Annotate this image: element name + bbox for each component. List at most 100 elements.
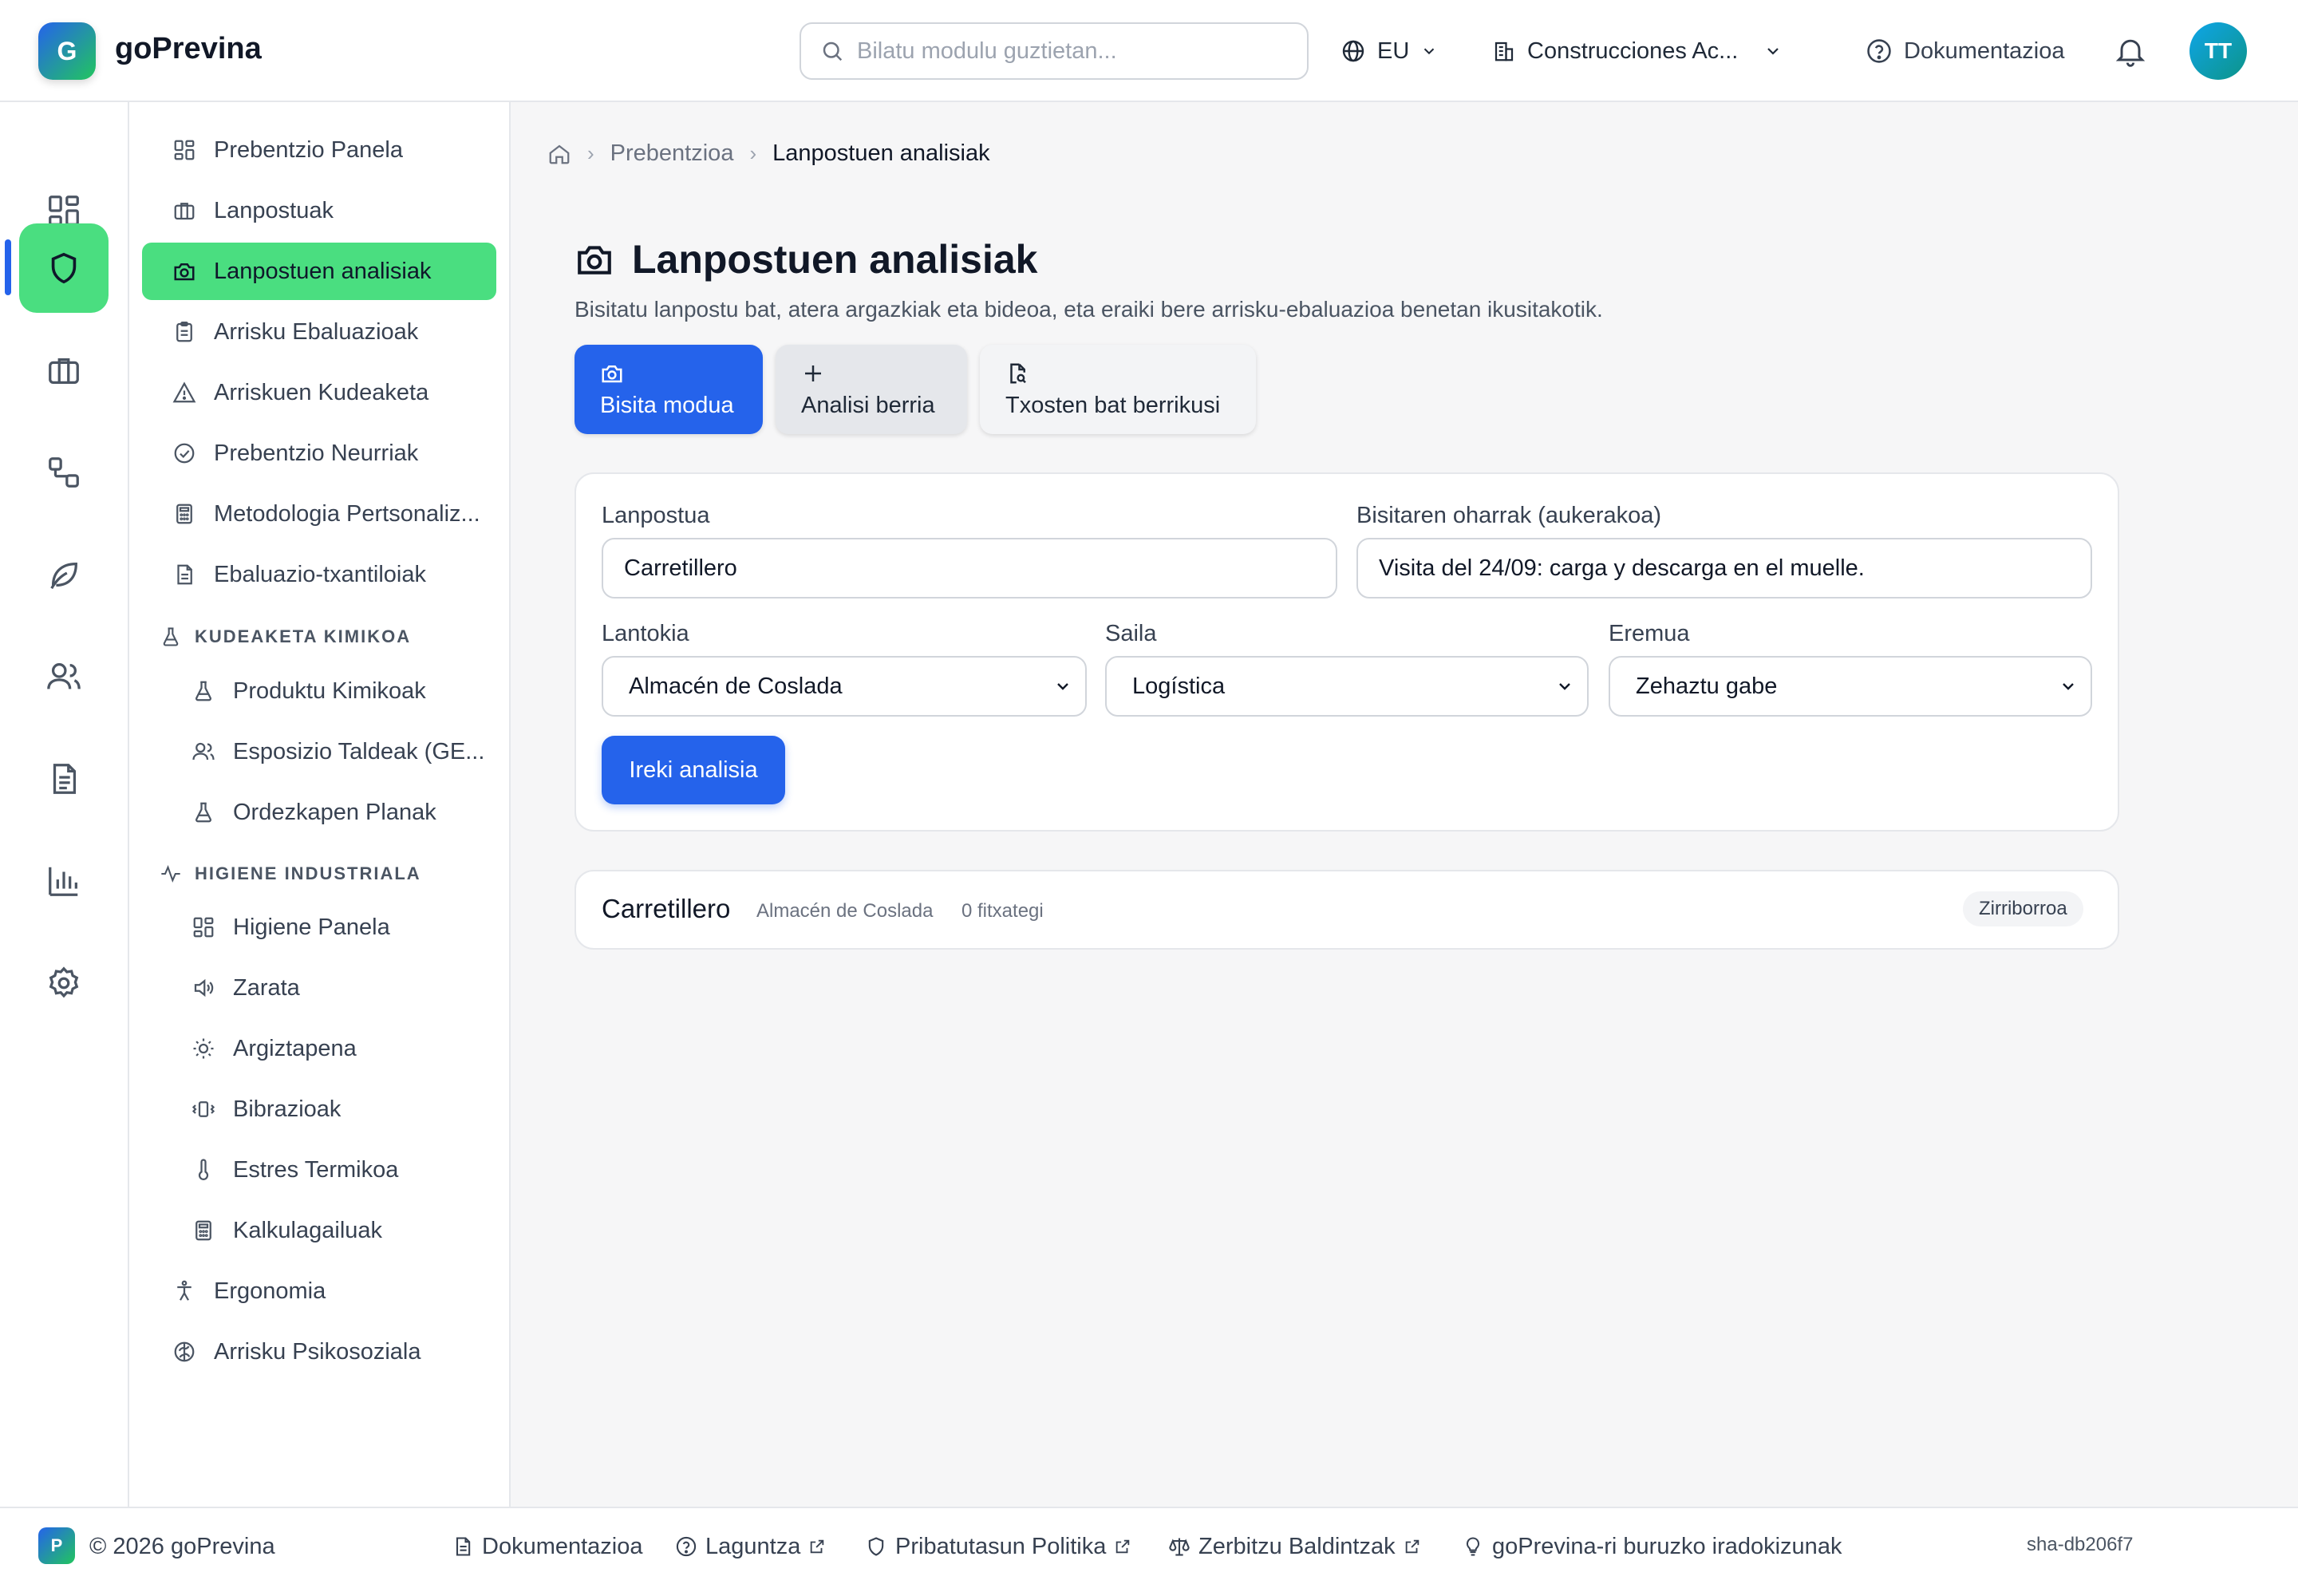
footer-logo: P [38, 1527, 75, 1564]
sidebar-item-job-analyses[interactable]: Lanpostuen analisiak [142, 243, 496, 300]
breadcrumb-parent[interactable]: Prebentzioa [610, 140, 734, 167]
footer-suggestions-link[interactable]: goPrevina-ri buruzko iradokizunak [1462, 1531, 1842, 1562]
flask-icon [192, 679, 215, 703]
analysis-job-title[interactable]: Carretillero [602, 894, 730, 924]
thermometer-icon [192, 1158, 215, 1182]
page-title-text: Lanpostuen analisiak [632, 237, 1038, 282]
sidebar-item-label: Arriskuen Kudeaketa [214, 379, 429, 405]
sidebar-item-evaluation-templates[interactable]: Ebaluazio-txantiloiak [142, 546, 496, 603]
documentation-link[interactable]: Dokumentazioa [1866, 29, 2065, 73]
footer-help-link[interactable]: Laguntza [675, 1531, 826, 1562]
sidebar-item-label: Ergonomia [214, 1278, 326, 1304]
section-chemical-management[interactable]: KUDEAKETA KIMIKOA [160, 626, 411, 648]
tab-visit-mode[interactable]: Bisita modua [574, 345, 763, 434]
users-icon [45, 658, 82, 695]
sidebar-item-risk-management[interactable]: Arriskuen Kudeaketa [142, 364, 496, 421]
app-name[interactable]: goPrevina [115, 32, 262, 66]
sidebar-item-exposure-groups[interactable]: Esposizio Taldeak (GE... [142, 723, 496, 780]
sidebar-item-label: Arrisku Psikosoziala [214, 1338, 421, 1365]
camera-icon [600, 359, 737, 388]
sidebar-item-jobs[interactable]: Lanpostuak [142, 182, 496, 239]
footer: P © 2026 goPrevina Dokumentazioa Laguntz… [0, 1507, 2298, 1596]
sidebar-item-lighting[interactable]: Argiztapena [142, 1020, 496, 1077]
vibration-icon [192, 1097, 215, 1121]
sidebar-item-label: Ordezkapen Planak [233, 799, 436, 825]
rail-reports[interactable] [19, 836, 109, 926]
breadcrumb-current: Lanpostuen analisiak [772, 140, 990, 166]
sidebar-item-label: Bibrazioak [233, 1096, 342, 1122]
calculator-icon [172, 502, 196, 526]
sidebar-item-vibrations[interactable]: Bibrazioak [142, 1080, 496, 1138]
person-icon [172, 1279, 196, 1303]
section-industrial-hygiene[interactable]: HIGIENE INDUSTRIALA [160, 863, 421, 885]
sidebar-item-psychosocial-risk[interactable]: Arrisku Psikosoziala [142, 1323, 496, 1381]
rail-prevention[interactable] [19, 223, 109, 313]
flask-icon [160, 626, 182, 648]
chevron-down-icon [2059, 677, 2078, 696]
saila-select[interactable]: Logística [1105, 656, 1589, 717]
tab-label: Bisita modua [600, 393, 734, 418]
analysis-file-count: 0 fitxategi [961, 900, 1044, 922]
file-search-icon [1005, 359, 1230, 388]
sidebar-item-label: Produktu Kimikoak [233, 678, 426, 704]
open-analysis-button[interactable]: Ireki analisia [602, 736, 785, 804]
sidebar-item-calculators[interactable]: Kalkulagailuak [142, 1202, 496, 1259]
rail-environment[interactable] [19, 530, 109, 619]
rail-people[interactable] [19, 632, 109, 721]
camera-icon [574, 239, 614, 279]
company-selector[interactable]: Construcciones Ac... [1492, 29, 1783, 73]
footer-suggestions-label: goPrevina-ri buruzko iradokizunak [1492, 1533, 1842, 1559]
footer-documentation-link[interactable]: Dokumentazioa [452, 1531, 643, 1562]
footer-terms-link[interactable]: Zerbitzu Baldintzak [1168, 1531, 1421, 1562]
language-selector[interactable]: EU [1340, 29, 1438, 73]
clipboard-icon [172, 320, 196, 344]
plus-icon [801, 359, 942, 388]
shield-icon [865, 1535, 887, 1558]
sidebar-item-noise[interactable]: Zarata [142, 959, 496, 1017]
sidebar-item-custom-methodology[interactable]: Metodologia Pertsonaliz... [142, 485, 496, 543]
dashboard-icon [192, 915, 215, 939]
icon-rail [0, 102, 129, 1507]
sidebar-item-label: Metodologia Pertsonaliz... [214, 500, 480, 527]
search-input[interactable] [857, 38, 1288, 65]
tab-review-report[interactable]: Txosten bat berrikusi [980, 345, 1256, 434]
sidebar-item-substitution-plans[interactable]: Ordezkapen Planak [142, 784, 496, 841]
global-search[interactable] [800, 22, 1309, 80]
sidebar-item-thermal-stress[interactable]: Estres Termikoa [142, 1141, 496, 1199]
chevron-down-icon [1420, 42, 1438, 60]
lantokia-select[interactable]: Almacén de Coslada [602, 656, 1087, 717]
lantokia-value: Almacén de Coslada [629, 673, 843, 699]
user-avatar[interactable]: TT [2189, 22, 2247, 80]
external-link-icon [1114, 1538, 1131, 1555]
rail-settings[interactable] [19, 938, 109, 1028]
top-bar: G goPrevina EU Construcciones Ac... Doku… [0, 0, 2298, 102]
sidebar-item-risk-evaluations[interactable]: Arrisku Ebaluazioak [142, 303, 496, 361]
eremua-select[interactable]: Zehaztu gabe [1609, 656, 2092, 717]
app-logo[interactable]: G [38, 22, 96, 80]
rail-documents[interactable] [19, 734, 109, 824]
sidebar-item-label: Higiene Panela [233, 914, 390, 940]
sidebar-item-hygiene-panel[interactable]: Higiene Panela [142, 899, 496, 956]
sidebar-item-label: Lanpostuak [214, 197, 334, 223]
leaf-icon [45, 556, 82, 593]
rail-workflow[interactable] [19, 428, 109, 517]
sidebar-item-chemical-products[interactable]: Produktu Kimikoak [142, 662, 496, 720]
lanpostua-field[interactable] [602, 538, 1337, 598]
sidebar-item-ergonomics[interactable]: Ergonomia [142, 1262, 496, 1320]
rail-jobs[interactable] [19, 326, 109, 415]
sidebar-item-label: Prebentzio Neurriak [214, 440, 419, 466]
lanpostua-input[interactable] [624, 555, 1315, 582]
briefcase-icon [172, 199, 196, 223]
home-icon[interactable] [547, 142, 571, 166]
notes-field[interactable] [1356, 538, 2092, 598]
tab-new-analysis[interactable]: Analisi berria [776, 345, 967, 434]
notifications-button[interactable] [2113, 29, 2148, 73]
sidebar-item-label: Arrisku Ebaluazioak [214, 318, 419, 345]
chevron-down-icon [1763, 41, 1783, 61]
notes-input[interactable] [1379, 555, 2070, 582]
sidebar-item-prevention-panel[interactable]: Prebentzio Panela [142, 121, 496, 179]
footer-privacy-link[interactable]: Pribatutasun Politika [865, 1531, 1131, 1562]
sidebar-item-prevention-measures[interactable]: Prebentzio Neurriak [142, 425, 496, 482]
eremua-value: Zehaztu gabe [1636, 673, 1778, 699]
help-circle-icon [675, 1535, 697, 1558]
